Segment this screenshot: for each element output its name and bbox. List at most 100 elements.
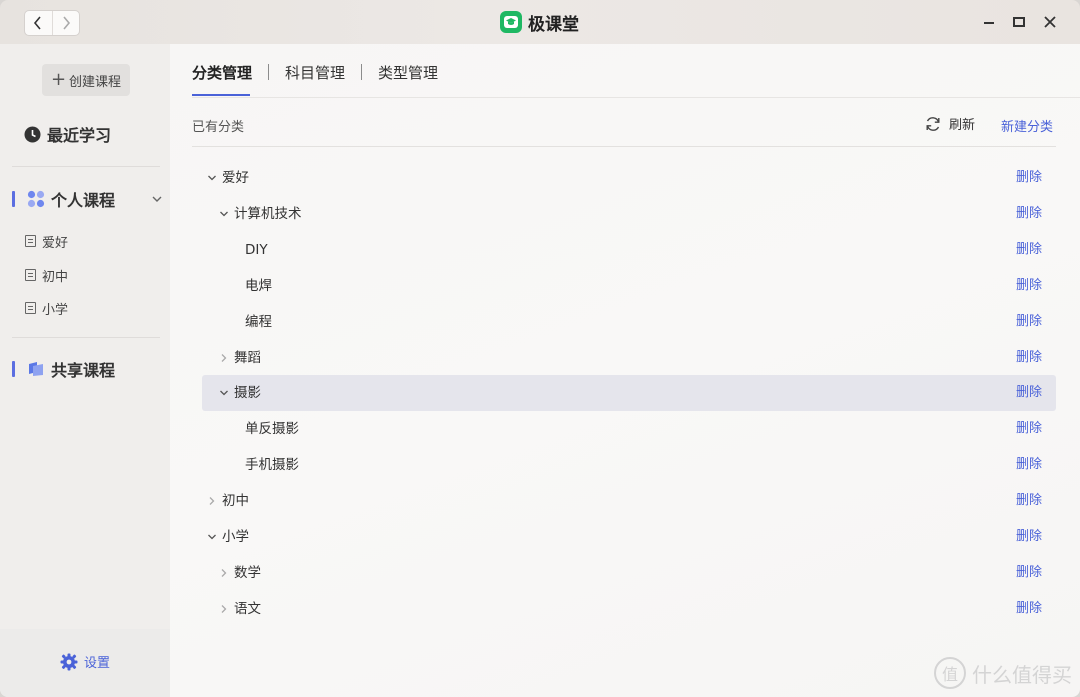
delete-button[interactable]: 删除	[1016, 483, 1042, 519]
tree-row[interactable]: 舞蹈 删除	[202, 340, 1056, 376]
tree-row[interactable]: 手机摄影 删除	[202, 447, 1056, 483]
chevron-down-icon[interactable]	[206, 531, 218, 543]
nav-buttons	[24, 10, 80, 36]
chevron-right-icon[interactable]	[218, 603, 230, 615]
tree-row-label: 摄影	[234, 385, 261, 402]
sidebar: + 创建课程 最近学习 个人课程 爱好 初中 小学 共享课程 设置	[0, 44, 170, 697]
sidebar-item-shared[interactable]: 共享课程	[27, 357, 115, 381]
tree-row-label: 编程	[245, 313, 272, 330]
tab-category[interactable]: 分类管理	[192, 62, 252, 83]
delete-button[interactable]: 删除	[1016, 232, 1042, 268]
tab-separator	[268, 64, 270, 80]
shared-icon	[29, 362, 43, 376]
tree-row[interactable]: 摄影 删除	[202, 375, 1056, 412]
delete-button[interactable]: 删除	[1016, 375, 1042, 411]
tab-subject[interactable]: 科目管理	[285, 62, 345, 83]
document-icon	[25, 302, 36, 314]
tree-row[interactable]: 语文 删除	[202, 591, 1056, 627]
tree-row-label: 语文	[234, 600, 261, 617]
refresh-label: 刷新	[949, 118, 976, 133]
active-tab-indicator	[192, 94, 250, 96]
tree-row-label: 计算机技术	[234, 205, 302, 222]
tree-row[interactable]: 编程 删除	[202, 304, 1056, 340]
delete-button[interactable]: 删除	[1016, 268, 1042, 304]
sidebar-sub-item-label: 初中	[42, 269, 69, 285]
sidebar-item-recent[interactable]: 最近学习	[24, 122, 111, 146]
chevron-left-icon	[34, 16, 41, 30]
sidebar-sub-item[interactable]: 初中	[25, 265, 68, 285]
delete-button[interactable]: 删除	[1016, 591, 1042, 627]
tree-row-label: DIY	[245, 241, 268, 258]
chevron-right-icon[interactable]	[206, 495, 218, 507]
sidebar-item-label: 个人课程	[51, 191, 116, 210]
app-window: 极课堂 + 创建课程 最近学习 个人课程 爱好 初中 小学 共享课程 设置 分类…	[0, 0, 1080, 697]
tree-row[interactable]: 电焊 删除	[202, 268, 1056, 304]
document-icon	[25, 269, 36, 281]
main-panel: 分类管理 科目管理 类型管理 已有分类 刷新 新建分类 爱好 删除 计算机技术 删除 D…	[170, 44, 1080, 697]
delete-button[interactable]: 删除	[1016, 411, 1042, 447]
active-marker	[12, 191, 15, 207]
chevron-right-icon[interactable]	[218, 567, 230, 579]
chevron-right-icon	[63, 16, 70, 30]
tree-row[interactable]: 小学 删除	[202, 519, 1056, 555]
tree-row[interactable]: 计算机技术 删除	[202, 196, 1056, 232]
delete-button[interactable]: 删除	[1016, 196, 1042, 232]
minimize-button[interactable]	[979, 12, 999, 32]
tree-row-label: 电焊	[245, 277, 272, 294]
sidebar-sub-item-label: 爱好	[42, 235, 69, 251]
close-icon	[1044, 16, 1056, 28]
tab-type[interactable]: 类型管理	[378, 62, 438, 83]
close-button[interactable]	[1040, 12, 1060, 32]
minimize-icon	[984, 22, 994, 24]
delete-button[interactable]: 删除	[1016, 519, 1042, 555]
maximize-button[interactable]	[1009, 12, 1029, 32]
tree-row-label: 手机摄影	[245, 457, 299, 474]
sidebar-item-label: 共享课程	[51, 361, 116, 380]
title-bar: 极课堂	[0, 0, 1080, 44]
tree-row-label: 舞蹈	[234, 349, 261, 366]
delete-button[interactable]: 删除	[1016, 304, 1042, 340]
chevron-right-icon[interactable]	[218, 352, 230, 364]
refresh-button[interactable]: 刷新	[925, 114, 975, 133]
section-marker	[12, 361, 15, 377]
sidebar-item-personal[interactable]: 个人课程	[27, 187, 115, 211]
delete-button[interactable]: 删除	[1016, 555, 1042, 591]
delete-button[interactable]: 删除	[1016, 447, 1042, 483]
sidebar-divider	[12, 337, 160, 338]
back-button[interactable]	[25, 11, 52, 35]
delete-button[interactable]: 删除	[1016, 340, 1042, 376]
sidebar-divider	[12, 166, 160, 167]
tree-row-label: 小学	[222, 529, 249, 545]
watermark-text: 什么值得买	[972, 662, 1072, 687]
category-header: 已有分类 刷新 新建分类	[192, 116, 1056, 136]
forward-button[interactable]	[51, 11, 80, 35]
chevron-down-icon[interactable]	[152, 195, 162, 203]
tree-row-label: 初中	[222, 493, 249, 510]
tree-row[interactable]: DIY 删除	[202, 232, 1056, 268]
settings-button[interactable]: 设置	[60, 652, 110, 671]
tab-divider	[192, 97, 1080, 98]
watermark-logo: 值	[934, 657, 966, 689]
settings-label: 设置	[84, 656, 111, 671]
sidebar-sub-item-label: 小学	[42, 302, 69, 318]
chevron-down-icon[interactable]	[218, 208, 230, 220]
maximize-icon	[1013, 17, 1025, 27]
refresh-icon	[926, 116, 940, 131]
delete-button[interactable]: 删除	[1016, 160, 1042, 196]
new-category-button[interactable]: 新建分类	[1001, 116, 1053, 135]
tree-row[interactable]: 爱好 删除	[202, 160, 1056, 196]
tree-row[interactable]: 数学 删除	[202, 555, 1056, 591]
plus-icon: +	[50, 69, 67, 90]
sidebar-sub-item[interactable]: 爱好	[25, 231, 68, 251]
sidebar-sub-item[interactable]: 小学	[25, 298, 68, 318]
clock-icon	[24, 126, 41, 142]
tree-row[interactable]: 单反摄影 删除	[202, 411, 1056, 447]
chevron-down-icon[interactable]	[206, 172, 218, 184]
app-title: 极课堂	[500, 10, 579, 35]
tree-row[interactable]: 初中 删除	[202, 483, 1056, 519]
tree-row-label: 数学	[234, 564, 261, 581]
chevron-down-icon[interactable]	[218, 387, 230, 399]
header-divider	[192, 146, 1056, 147]
watermark: 值 什么值得买	[934, 657, 1072, 689]
create-course-button[interactable]: + 创建课程	[42, 64, 130, 96]
